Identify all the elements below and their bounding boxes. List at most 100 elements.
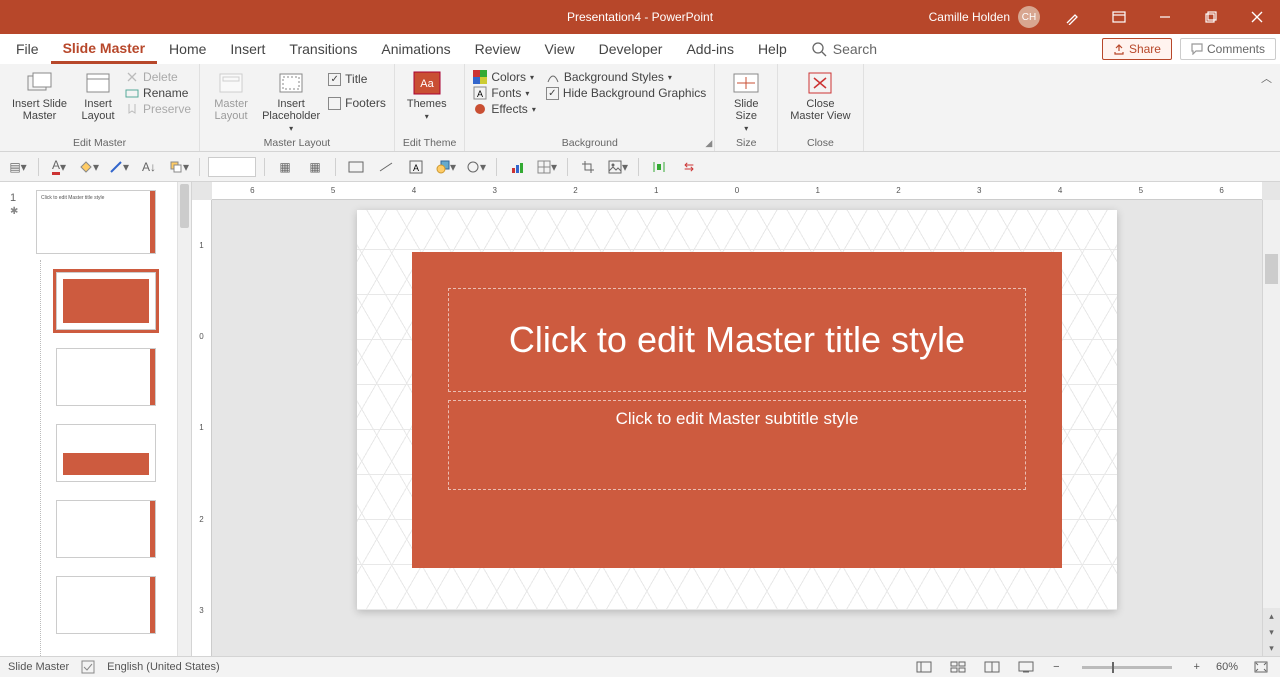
comments-label: Comments [1207,42,1265,56]
thumb-layout-5[interactable] [56,576,156,634]
zoom-in-button[interactable]: + [1194,661,1200,673]
zoom-slider[interactable] [1082,666,1172,669]
share-button[interactable]: Share [1102,38,1172,60]
user-avatar[interactable]: CH [1018,6,1040,28]
tab-review[interactable]: Review [463,34,533,64]
chart-button[interactable] [505,156,529,178]
group-edit-master: Insert Slide Master Insert Layout Delete… [0,64,200,151]
footers-checkbox[interactable]: Footers [328,96,386,110]
tab-home[interactable]: Home [157,34,218,64]
master-layout-icon [217,70,245,96]
tab-slide-master[interactable]: Slide Master [51,34,157,64]
font-color-button[interactable]: A▾ [47,156,71,178]
sorter-view-button[interactable] [947,659,969,675]
table-button[interactable]: ▾ [535,156,559,178]
group-master-layout: Master Layout Insert Placeholder ▾ ✓Titl… [200,64,395,151]
thumb-layout-1[interactable] [56,272,156,330]
sort-button[interactable]: A↓ [137,156,161,178]
user-name[interactable]: Camille Holden [929,10,1010,24]
rectangle-tool[interactable] [344,156,368,178]
title-bar: Presentation4 - PowerPoint Camille Holde… [0,0,1280,34]
title-placeholder[interactable]: Click to edit Master title style [448,288,1026,392]
scroll-down-button[interactable]: ▾ [1263,640,1280,656]
collapse-ribbon-button[interactable]: ︿ [1261,70,1272,86]
tab-transitions[interactable]: Transitions [277,34,369,64]
ribbon-tabs: File Slide Master Home Insert Transition… [0,34,1280,64]
hide-bg-checkbox[interactable]: ✓Hide Background Graphics [546,86,706,100]
vertical-scrollbar[interactable]: ▴ ▾ ▾ [1262,200,1280,656]
rename-button[interactable]: Rename [125,86,191,100]
effects-button[interactable]: Effects ▾ [473,102,535,116]
group-label-background: Background [473,137,706,151]
tell-me-search[interactable]: Search [799,34,889,64]
background-launcher[interactable]: ◢ [705,138,712,149]
shape-fill-button[interactable]: ▾ [77,156,101,178]
maximize-button[interactable] [1188,0,1234,34]
master-layout-button[interactable]: Master Layout [208,68,254,124]
distribute-button[interactable] [647,156,671,178]
title-checkbox[interactable]: ✓Title [328,72,386,86]
normal-view-button[interactable] [913,659,935,675]
preserve-button[interactable]: Preserve [125,102,191,116]
insert-layout-button[interactable]: Insert Layout [75,68,121,124]
slideshow-view-button[interactable] [1015,659,1037,675]
ribbon-display-icon[interactable] [1096,0,1142,34]
reading-view-button[interactable] [981,659,1003,675]
textbox-tool[interactable]: A [404,156,428,178]
editor-canvas: 6543210123456 10123 Click to edit Master… [192,182,1280,656]
fit-to-window-button[interactable] [1250,659,1272,675]
prev-slide-button[interactable]: ▴ [1263,608,1280,624]
align-objects-button[interactable]: ▤▾ [6,156,30,178]
search-icon [811,41,827,57]
align-right-button[interactable]: ▦ [303,156,327,178]
zoom-out-button[interactable]: − [1053,661,1059,673]
toolbar-overflow[interactable]: ⇆ [677,156,701,178]
picture-button[interactable]: ▾ [606,156,630,178]
draw-mode-icon[interactable] [1050,0,1096,34]
master-number: 1 [10,192,16,204]
bg-styles-icon [546,70,560,84]
slide[interactable]: Click to edit Master title style Click t… [357,210,1117,610]
layout-connector [40,260,41,656]
align-left-button[interactable]: ▦ [273,156,297,178]
zoom-level[interactable]: 60% [1216,661,1238,673]
size-combobox[interactable] [208,157,256,177]
tab-view[interactable]: View [533,34,587,64]
tab-animations[interactable]: Animations [369,34,462,64]
tab-file[interactable]: File [4,34,51,64]
tab-addins[interactable]: Add-ins [674,34,745,64]
slide-content-box: Click to edit Master title style Click t… [412,252,1062,568]
next-slide-button[interactable]: ▾ [1263,624,1280,640]
shape-outline-button[interactable]: ▾ [107,156,131,178]
themes-button[interactable]: Aa Themes ▾ [403,68,451,123]
status-language[interactable]: English (United States) [107,661,220,673]
colors-button[interactable]: Colors ▾ [473,70,535,84]
search-label: Search [833,41,877,57]
delete-button[interactable]: Delete [125,70,191,84]
crop-button[interactable] [576,156,600,178]
background-styles-button[interactable]: Background Styles ▾ [546,70,706,84]
oval-tool[interactable]: ▾ [464,156,488,178]
subtitle-placeholder[interactable]: Click to edit Master subtitle style [448,400,1026,490]
thumb-layout-4[interactable] [56,500,156,558]
tab-developer[interactable]: Developer [587,34,675,64]
tab-help[interactable]: Help [746,34,799,64]
fonts-button[interactable]: AFonts ▾ [473,86,535,100]
tab-insert[interactable]: Insert [218,34,277,64]
rename-icon [125,86,139,100]
shapes-button[interactable]: ▾ [434,156,458,178]
thumb-master[interactable]: Click to edit Master title style [36,190,156,254]
thumb-layout-2[interactable] [56,348,156,406]
insert-slide-master-button[interactable]: Insert Slide Master [8,68,71,124]
minimize-button[interactable] [1142,0,1188,34]
comments-button[interactable]: Comments [1180,38,1276,60]
insert-placeholder-button[interactable]: Insert Placeholder ▾ [258,68,324,135]
close-master-view-button[interactable]: Close Master View [786,68,854,124]
slide-size-button[interactable]: Slide Size ▾ [723,68,769,135]
line-tool[interactable] [374,156,398,178]
thumb-layout-3[interactable] [56,424,156,482]
close-window-button[interactable] [1234,0,1280,34]
spellcheck-icon[interactable] [81,660,95,674]
thumb-scrollbar[interactable] [177,182,191,656]
arrange-button[interactable]: ▾ [167,156,191,178]
